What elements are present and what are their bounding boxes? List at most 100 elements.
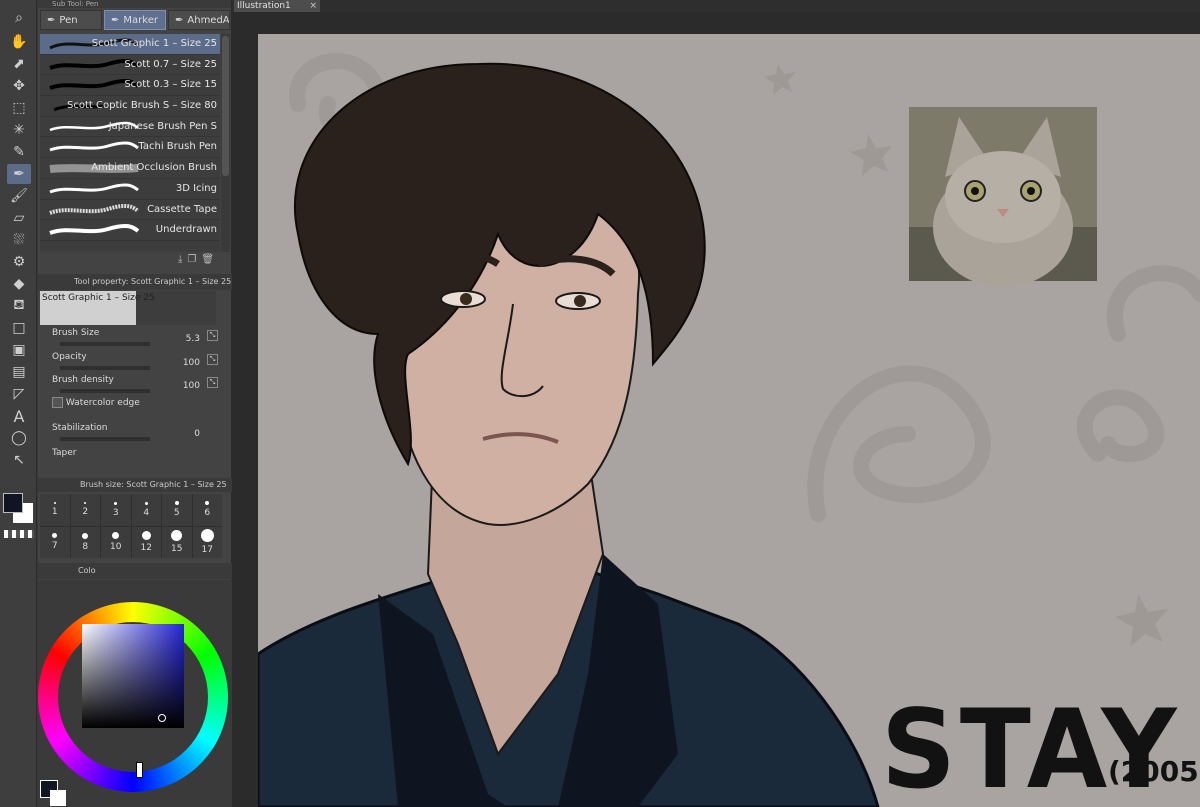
size-preset[interactable]: 2	[70, 494, 100, 526]
size-label: 4	[143, 507, 150, 518]
transparent-color-swatch[interactable]	[4, 530, 34, 538]
brush-density-slider[interactable]: Brush density 100 ⤡	[52, 375, 220, 397]
opacity-slider[interactable]: Opacity 100 ⤡	[52, 352, 220, 374]
size-preset[interactable]: 6	[192, 494, 222, 526]
hue-cursor[interactable]	[136, 762, 143, 778]
selection-icon[interactable]: ⬚	[7, 98, 31, 118]
size-preset[interactable]: 7	[40, 526, 70, 558]
slider-track[interactable]	[60, 366, 150, 370]
watercolor-edge-row[interactable]: Watercolor edge	[52, 397, 220, 419]
auto-select-icon[interactable]: ✳	[7, 120, 31, 140]
brush-item[interactable]: Scott Coptic Brush S – Size 80	[40, 96, 220, 117]
size-preset[interactable]: 1	[40, 494, 70, 526]
airbrush-icon[interactable]: ⛆	[7, 230, 31, 250]
main-color-swatch[interactable]	[3, 493, 23, 513]
zoom-icon[interactable]: ⌕	[7, 8, 31, 28]
ruler-icon[interactable]: ◸	[7, 384, 31, 404]
balloon-icon[interactable]: ◯	[7, 428, 31, 448]
tab-label: Pen	[59, 14, 78, 26]
size-preset[interactable]: 10	[101, 526, 131, 558]
sub-color-mini-swatch[interactable]	[50, 790, 66, 806]
slider-track[interactable]	[60, 437, 150, 441]
prop-value[interactable]: 100	[183, 381, 200, 391]
fill-icon[interactable]: ⛾	[7, 296, 31, 316]
tab-ahmedal[interactable]: ✒ AhmedAl	[168, 10, 230, 30]
brush-item[interactable]: Tachi Brush Pen	[40, 137, 220, 159]
tool-property-preview: Scott Graphic 1 – Size 25	[40, 291, 216, 325]
pressure-icon[interactable]: ⤡	[207, 330, 218, 341]
decoration-icon[interactable]: ⚙	[7, 252, 31, 272]
brush-list-scrollbar[interactable]	[221, 34, 230, 252]
text-icon[interactable]: A	[7, 406, 31, 426]
tab-marker[interactable]: ✒ Marker	[104, 10, 166, 30]
brush-item[interactable]: Cassette Tape	[40, 200, 220, 221]
size-preset[interactable]: 3	[101, 494, 131, 526]
brush-item[interactable]: Japanese Brush Pen S	[40, 117, 220, 138]
stroke-preview	[49, 183, 139, 194]
size-label: 10	[110, 542, 122, 553]
brush-label: Ambient Occlusion Brush	[91, 162, 217, 174]
brush-item[interactable]: Scott 0.7 – Size 25	[40, 55, 220, 76]
cat-photo[interactable]	[909, 107, 1097, 287]
saturation-value-square[interactable]	[82, 624, 184, 728]
sv-cursor[interactable]	[158, 714, 166, 722]
brush-item[interactable]: Scott Graphic 1 – Size 25	[40, 34, 220, 55]
brush-item[interactable]: Underdrawn	[40, 220, 220, 241]
prop-value[interactable]: 100	[183, 358, 200, 368]
scroll-thumb[interactable]	[222, 36, 229, 176]
taper-row[interactable]: Taper	[52, 448, 220, 458]
hand-icon[interactable]: ✋	[7, 32, 31, 52]
delete-icon[interactable]: 🗑	[201, 254, 214, 265]
size-preset[interactable]: 12	[131, 526, 161, 558]
watercolor-edge-checkbox[interactable]	[52, 397, 63, 408]
size-preset[interactable]: 5	[162, 494, 192, 526]
size-label: 12	[140, 543, 152, 554]
illustration-canvas[interactable]: STAY (2005)	[258, 34, 1200, 807]
prop-label: Watercolor edge	[65, 398, 140, 408]
tab-pen[interactable]: ✒ Pen	[40, 10, 102, 30]
gradient-icon[interactable]: ▣	[7, 340, 31, 360]
pressure-icon[interactable]: ⤡	[207, 377, 218, 388]
size-preset[interactable]: 15	[162, 526, 192, 558]
eraser-icon[interactable]: ▱	[7, 208, 31, 228]
size-preset[interactable]: 8	[70, 526, 100, 558]
blend-icon[interactable]: ◆	[7, 274, 31, 294]
size-dot	[114, 501, 118, 505]
subtool-tabs: ✒ Pen ✒ Marker ✒ AhmedAl	[38, 8, 232, 32]
brush-item[interactable]: Ambient Occlusion Brush	[40, 158, 220, 179]
prop-value[interactable]: 5.3	[186, 334, 200, 344]
brush-item[interactable]: 3D Icing	[40, 179, 220, 200]
subtool-panel-header: Sub Tool: Pen	[38, 0, 231, 8]
size-preset[interactable]: 17	[192, 526, 222, 558]
size-dot	[174, 501, 179, 506]
brush-label: Scott 0.3 – Size 15	[124, 79, 217, 91]
stabilization-slider[interactable]: Stabilization 0	[52, 423, 220, 445]
brush-label: Underdrawn	[155, 224, 217, 236]
size-dot	[144, 501, 148, 505]
prop-value[interactable]: 0	[194, 429, 200, 439]
correct-line-icon[interactable]: ↖	[7, 450, 31, 470]
eyedropper-icon[interactable]: ✎	[7, 142, 31, 162]
copy-icon[interactable]: ❐	[187, 254, 196, 265]
frame-icon[interactable]: ▤	[7, 362, 31, 382]
tab-illustration1[interactable]: Illustration1 ×	[234, 0, 320, 12]
size-label: 2	[82, 507, 89, 518]
slider-track[interactable]	[60, 389, 150, 393]
pen-icon[interactable]: ✒	[7, 164, 31, 184]
close-icon[interactable]: ×	[309, 0, 317, 12]
size-preset[interactable]: 4	[131, 494, 161, 526]
size-dot	[112, 532, 120, 540]
pressure-icon[interactable]: ⤡	[207, 354, 218, 365]
tab-label: Marker	[123, 14, 158, 26]
slider-track[interactable]	[60, 342, 150, 346]
stroke-preview	[49, 141, 139, 152]
brush-size-slider[interactable]: Brush Size 5.3 ⤡	[52, 328, 220, 350]
figure-icon[interactable]: □	[7, 318, 31, 338]
download-icon[interactable]: ⤓	[178, 254, 182, 265]
operation-icon[interactable]: ⬈	[7, 54, 31, 74]
brush-label: 3D Icing	[175, 182, 217, 194]
brush-item[interactable]: Scott 0.3 – Size 15	[40, 75, 220, 97]
brush-icon[interactable]: 🖌	[7, 186, 31, 206]
move-layer-icon[interactable]: ✥	[7, 76, 31, 96]
brush-label: Scott Coptic Brush S – Size 80	[67, 100, 217, 112]
